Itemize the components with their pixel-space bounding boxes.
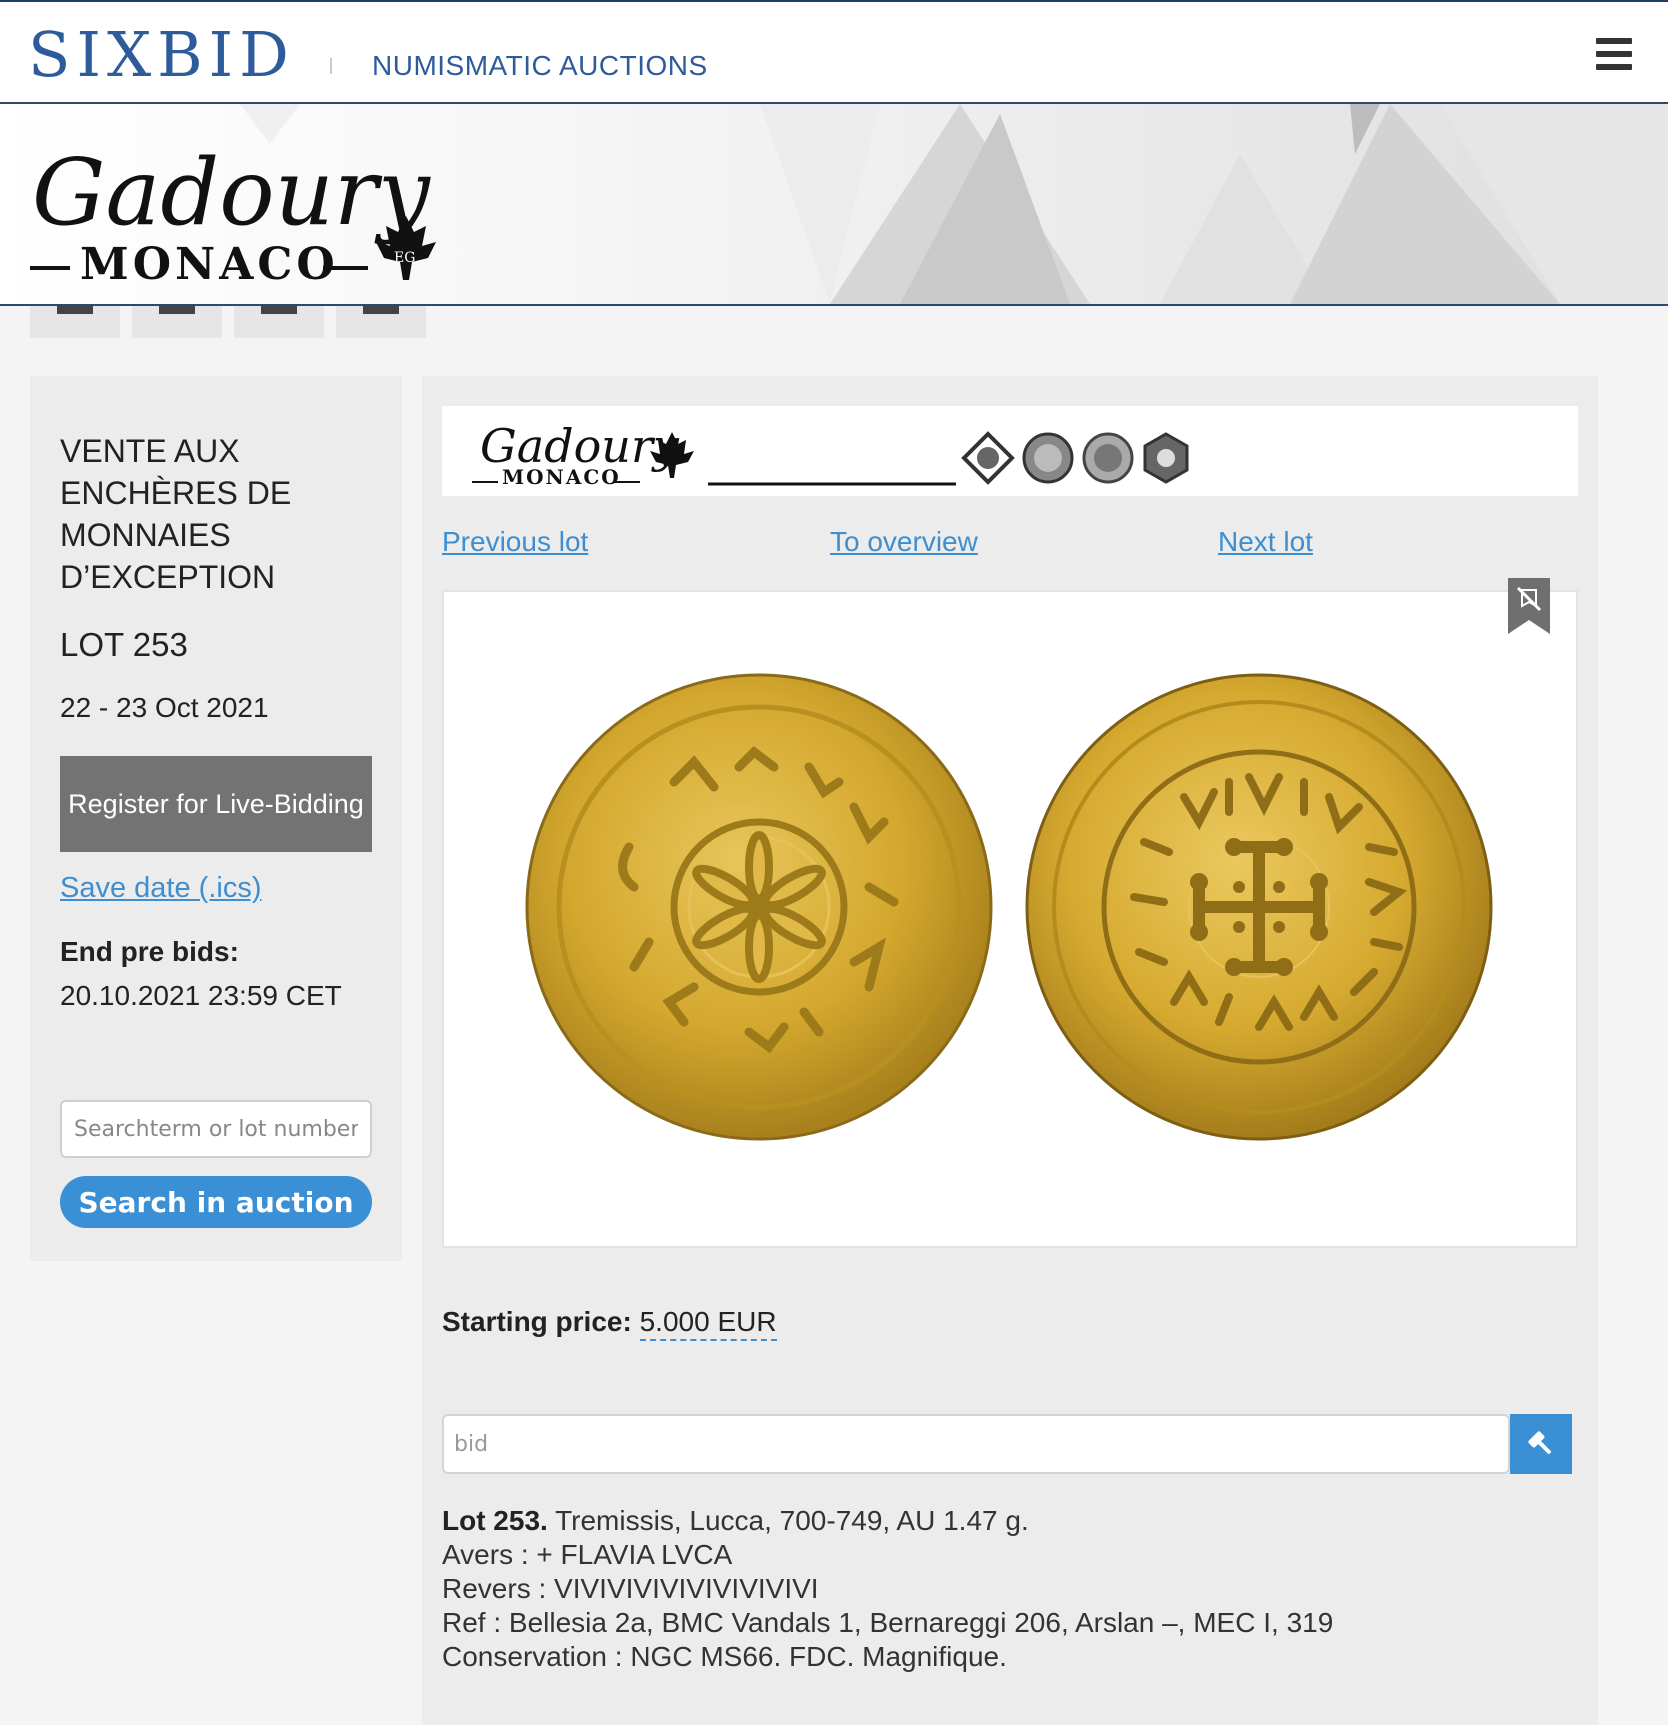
partner-seals: [961, 431, 1189, 485]
logo-main-text: Gadoury: [32, 139, 431, 246]
auction-dates: 22 - 23 Oct 2021: [60, 692, 269, 723]
starting-price-label: Starting price:: [442, 1306, 632, 1337]
svg-text:EG: EG: [394, 250, 415, 266]
save-date-link[interactable]: Save date (.ics): [60, 872, 261, 905]
seal-round-icon-2: [1082, 432, 1134, 484]
seal-hex-icon: [1143, 432, 1189, 484]
hamburger-menu-icon[interactable]: [1596, 38, 1632, 70]
register-live-bidding-button[interactable]: Register for Live-Bidding: [60, 756, 372, 852]
lot-summary: Tremissis, Lucca, 700-749, AU 1.47 g.: [555, 1505, 1029, 1536]
lot-conservation: Conservation : NGC MS66. FDC. Magnifique…: [442, 1641, 1007, 1672]
coin-obverse-image: [525, 673, 993, 1141]
lot-description: Lot 253. Tremissis, Lucca, 700-749, AU 1…: [442, 1504, 1562, 1674]
auction-title: VENTE AUX ENCHÈRES DE MONNAIES D’EXCEPTI…: [60, 433, 292, 595]
svg-text:MONACO: MONACO: [502, 465, 621, 489]
catalogue-header-logo: Gadoury MONACO: [472, 419, 1189, 489]
sixbid-logo[interactable]: SIXBID: [28, 20, 295, 90]
seal-diamond-icon: [961, 431, 1015, 485]
starting-price-value[interactable]: 5.000 EUR: [639, 1306, 777, 1341]
to-overview-link[interactable]: To overview: [830, 526, 978, 558]
share-tab-1[interactable]: [30, 306, 120, 338]
auction-house-banner: Gadoury MONACO EG: [0, 104, 1668, 306]
seal-round-icon-1: [1022, 432, 1074, 484]
lot-label: LOT 253: [60, 626, 188, 663]
lot-references: Ref : Bellesia 2a, BMC Vandals 1, Bernar…: [442, 1607, 1334, 1638]
lot-number: Lot 253.: [442, 1505, 548, 1536]
lot-detail-panel: Gadoury MONACO Previous lot To overview …: [422, 376, 1598, 1725]
gadoury-monaco-logo[interactable]: Gadoury MONACO EG: [28, 134, 448, 290]
search-in-auction-button[interactable]: Search in auction: [60, 1176, 372, 1228]
gavel-icon: [1528, 1431, 1551, 1454]
place-bid-button[interactable]: [1510, 1414, 1572, 1474]
social-share-tabs: [0, 306, 600, 340]
lot-reverse: Revers : VIVIVIVIVIVIVIVIVIVI: [442, 1573, 819, 1604]
next-lot-link[interactable]: Next lot: [1218, 526, 1313, 558]
search-input[interactable]: [60, 1100, 372, 1158]
logo-sub-text: MONACO: [80, 239, 339, 284]
auction-sidebar: VENTE AUX ENCHÈRES DE MONNAIES D’EXCEPTI…: [30, 376, 402, 1261]
lot-obverse: Avers : + FLAVIA LVCA: [442, 1539, 733, 1570]
coin-reverse-image: [1025, 673, 1493, 1141]
share-tab-2[interactable]: [132, 306, 222, 338]
starting-price: Starting price: 5.000 EUR: [442, 1306, 777, 1341]
end-prebids-value: 20.10.2021 23:59 CET: [60, 980, 342, 1011]
end-prebids-label: End pre bids:: [60, 936, 239, 967]
bookmark-icon[interactable]: [1508, 578, 1550, 634]
bid-input[interactable]: [442, 1414, 1510, 1474]
share-tab-3[interactable]: [234, 306, 324, 338]
site-header: SIXBID NUMISMATIC AUCTIONS: [0, 0, 1668, 104]
auction-catalogue-header: Gadoury MONACO: [442, 406, 1578, 496]
share-tab-4[interactable]: [336, 306, 426, 338]
previous-lot-link[interactable]: Previous lot: [442, 526, 588, 558]
lot-image-container[interactable]: [442, 578, 1578, 1248]
header-divider: [330, 58, 332, 74]
header-subtitle: NUMISMATIC AUCTIONS: [372, 50, 708, 81]
